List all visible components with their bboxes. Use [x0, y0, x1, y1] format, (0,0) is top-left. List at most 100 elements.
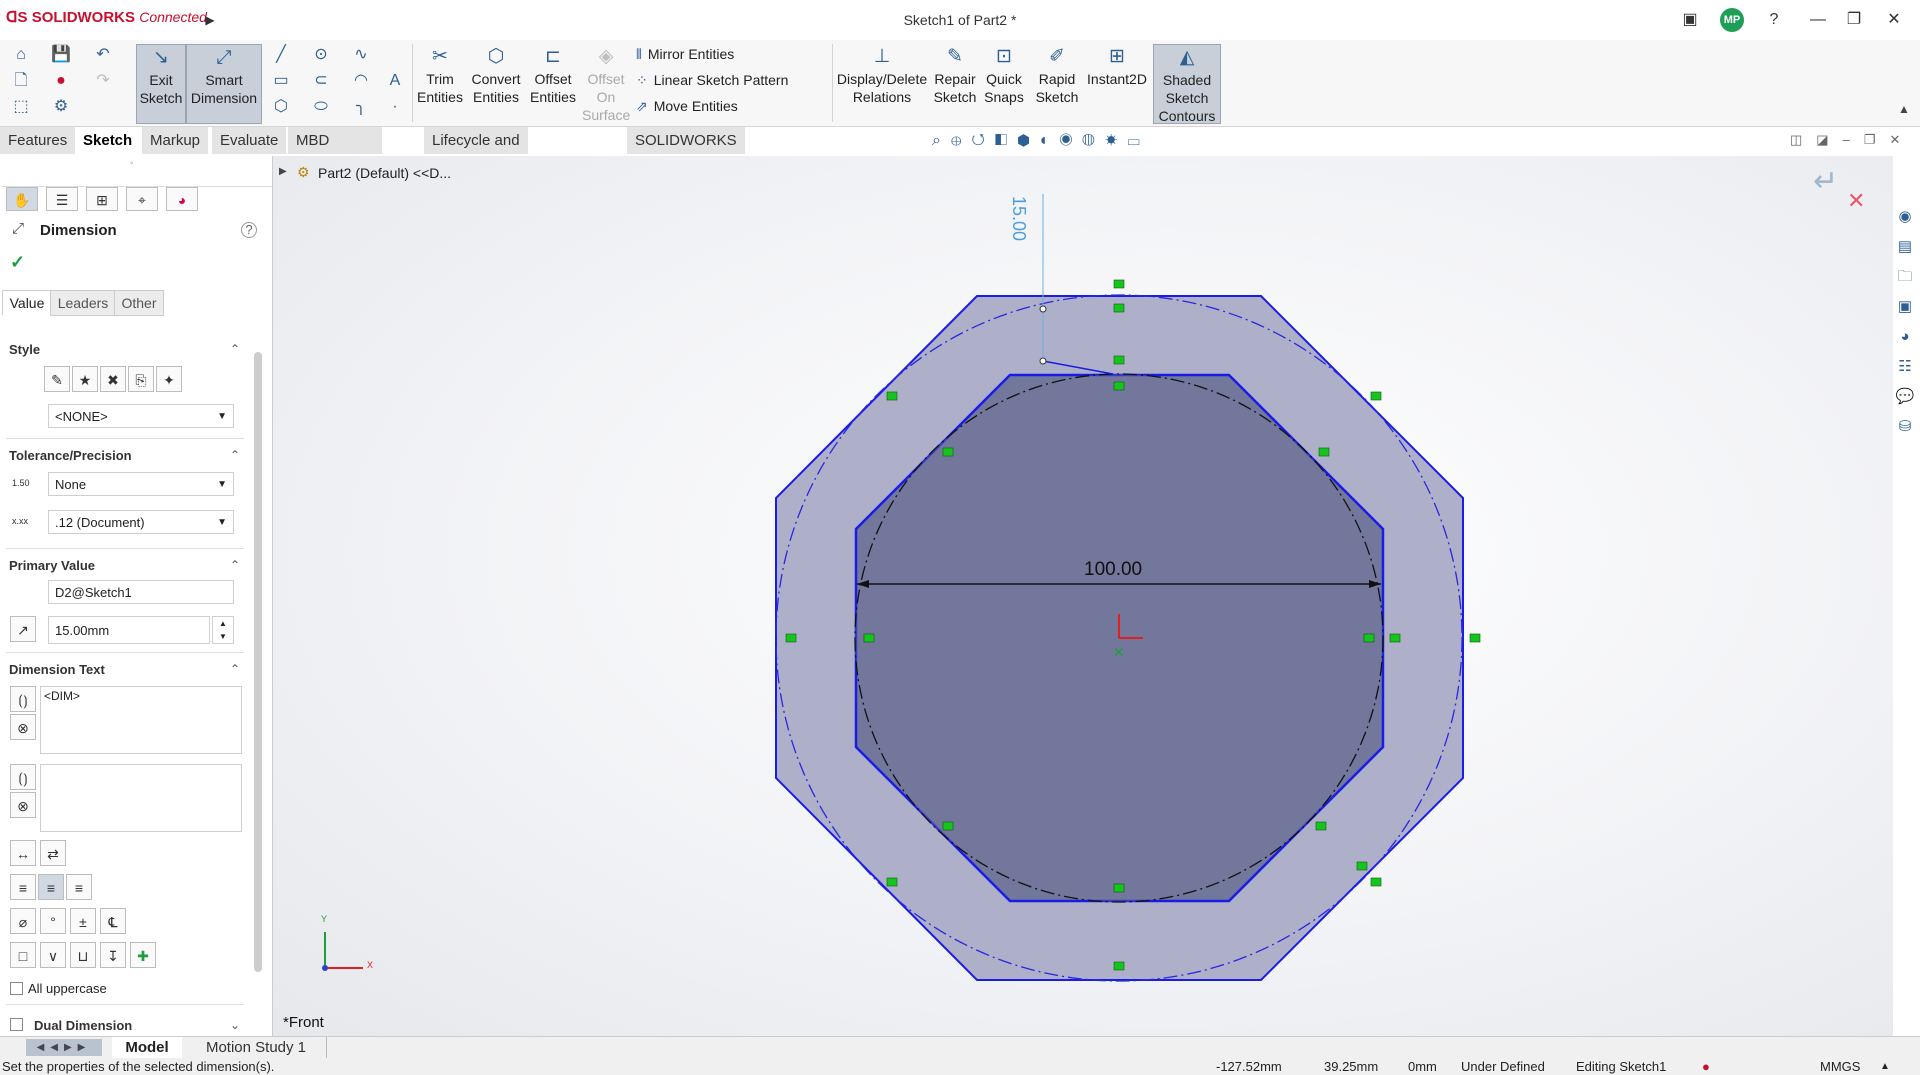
rebuild-indicator-icon[interactable]: ●	[1702, 1058, 1710, 1075]
offset-on-surface-button[interactable]: ◈ Offset On Surface	[582, 44, 630, 123]
rectangle-tool-icon[interactable]: ▭	[270, 70, 292, 92]
hide-show-icon[interactable]: ◉	[1060, 132, 1083, 149]
counterbore-symbol-icon[interactable]: ⊔	[70, 942, 96, 968]
tab-motion-study[interactable]: Motion Study 1	[186, 1037, 327, 1058]
view-palette-icon[interactable]: ▣	[1893, 295, 1917, 319]
degree-symbol-icon[interactable]: °	[40, 908, 66, 934]
scene-icon[interactable]: ☀	[1105, 132, 1128, 149]
square-symbol-icon[interactable]: □	[10, 942, 36, 968]
undo-icon[interactable]: ↶	[92, 44, 114, 66]
arc-tool-icon[interactable]: ◠	[350, 70, 372, 92]
display-manager-tab-icon[interactable]: ◕	[166, 187, 198, 211]
point-tool-icon[interactable]: ·	[384, 96, 406, 118]
viewport-tile-right-icon[interactable]: ◪	[1816, 132, 1842, 147]
tab-scroll-arrows[interactable]: ◀◀▶▶	[26, 1039, 102, 1056]
confirmation-corner-icon[interactable]: ↵	[1813, 164, 1838, 199]
smart-dimension-button[interactable]: ⤢ Smart Dimension	[186, 44, 262, 124]
add-parentheses-lower-icon[interactable]: ⟮⟯	[10, 764, 36, 790]
tab-addins[interactable]: SOLIDWORKS Add-Ins	[627, 127, 746, 176]
instant2d-button[interactable]: ⊞ Instant2D	[1084, 44, 1150, 122]
minimize-icon[interactable]: —	[1806, 8, 1830, 32]
property-manager-tab-icon[interactable]: ✋	[6, 187, 38, 211]
dimtext-collapse-icon[interactable]: ⌃	[230, 662, 240, 676]
tab-features[interactable]: Features	[0, 127, 77, 154]
panel-scrollbar[interactable]	[254, 352, 262, 972]
add-parentheses-icon[interactable]: ⟮⟯	[10, 686, 36, 712]
value-spinner[interactable]: ▲ ▼	[212, 616, 234, 644]
viewport-minimize-icon[interactable]: –	[1843, 132, 1864, 147]
all-uppercase-checkbox[interactable]	[10, 982, 23, 995]
dimension-text-area-lower[interactable]	[40, 764, 242, 832]
section-view-icon[interactable]: ◧	[995, 132, 1017, 149]
countersink-symbol-icon[interactable]: ∨	[40, 942, 66, 968]
plus-minus-symbol-icon[interactable]: ±	[70, 908, 96, 934]
view-settings-icon[interactable]: ▭	[1128, 132, 1150, 149]
zoom-area-icon[interactable]: ⊕	[951, 132, 971, 149]
dimension-value-input[interactable]: 15.00mm	[48, 616, 210, 644]
ok-check-icon[interactable]: ✓	[10, 252, 25, 273]
appearance-icon[interactable]: ◍	[1082, 132, 1105, 149]
subtab-value[interactable]: Value	[2, 290, 52, 315]
linear-sketch-pattern-button[interactable]: ⁘ Linear Sketch Pattern	[636, 72, 788, 89]
style-collapse-icon[interactable]: ⌃	[230, 342, 240, 356]
units-menu-icon[interactable]: ▲	[1880, 1058, 1890, 1075]
design-library-icon[interactable]: ▤	[1893, 235, 1917, 259]
tab-sketch[interactable]: Sketch	[75, 127, 142, 154]
save-style-icon[interactable]: ⎘	[128, 366, 154, 392]
solidworks-resources-icon[interactable]: ◉	[1893, 205, 1917, 229]
dimension-name-field[interactable]: D2@Sketch1	[48, 580, 234, 604]
user-avatar[interactable]: MP	[1720, 8, 1744, 32]
mirror-entities-button[interactable]: ⫴ Mirror Entities	[636, 46, 734, 63]
align-center-icon[interactable]: ≡	[38, 874, 64, 900]
polygon-tool-icon[interactable]: ⬡	[270, 96, 292, 118]
collapse-ribbon-icon[interactable]: ▲	[1898, 102, 1910, 116]
configuration-tab-icon[interactable]: ⊞	[86, 187, 118, 211]
align-left-icon[interactable]: ≡	[10, 874, 36, 900]
spline-tool-icon[interactable]: ∿	[350, 44, 372, 66]
viewport-tile-left-icon[interactable]: ◫	[1790, 132, 1816, 147]
help-circle-icon[interactable]: ?	[241, 222, 257, 238]
centerline-symbol-icon[interactable]: ℄	[100, 908, 126, 934]
primary-collapse-icon[interactable]: ⌃	[230, 558, 240, 572]
diameter-dimension-label[interactable]: 100.00	[1084, 559, 1142, 581]
redo-icon[interactable]: ↷	[92, 70, 114, 92]
slot-tool-icon[interactable]: ⊂	[310, 70, 332, 92]
save-icon[interactable]: 💾	[50, 44, 72, 66]
toolbox-icon[interactable]: ⛁	[1893, 415, 1917, 439]
line-tool-icon[interactable]: ╱	[270, 44, 292, 66]
quick-snaps-button[interactable]: ⊡ Quick Snaps	[982, 44, 1026, 122]
load-style-icon[interactable]: ✦	[156, 366, 182, 392]
file-explorer-icon[interactable]: 🗀	[1893, 265, 1917, 289]
ellipse-tool-icon[interactable]: ⬭	[310, 96, 332, 118]
tab-evaluate[interactable]: Evaluate	[212, 127, 288, 154]
close-window-icon[interactable]: ✕	[1882, 8, 1906, 32]
offset-dimension-label[interactable]: 15.00	[1008, 196, 1029, 256]
shaded-sketch-contours-button[interactable]: ◭ Shaded Sketch Contours	[1153, 44, 1221, 124]
appearances-icon[interactable]: ◕	[1893, 325, 1917, 349]
more-symbols-icon[interactable]: ✚	[130, 942, 156, 968]
apply-default-style-icon[interactable]: ✎	[44, 366, 70, 392]
options-gear-icon[interactable]: ⚙	[50, 96, 72, 118]
display-delete-relations-button[interactable]: ⊥ Display/Delete Relations	[836, 44, 928, 122]
trim-entities-button[interactable]: ✂ Trim Entities	[416, 44, 464, 122]
forum-icon[interactable]: 💬	[1893, 385, 1917, 409]
precision-dropdown[interactable]: .12 (Document) ▼	[48, 510, 234, 534]
diameter-symbol-icon[interactable]: ⌀	[10, 908, 36, 934]
home-icon[interactable]: ⌂	[10, 44, 32, 66]
style-dropdown[interactable]: <NONE> ▼	[48, 404, 234, 428]
dual-dimension-checkbox[interactable]	[10, 1018, 23, 1031]
graphics-area[interactable]: ▶ ⚙ Part2 (Default) <<D... ✕ 100.00 15.0…	[273, 156, 1893, 1036]
tab-markup[interactable]: Markup	[142, 127, 210, 154]
tolerance-type-dropdown[interactable]: None ▼	[48, 472, 234, 496]
restore-icon[interactable]: ❐	[1842, 8, 1866, 32]
zoom-to-fit-icon[interactable]: ⌕	[932, 132, 951, 149]
inspection-dim-lower-icon[interactable]: ⊗	[10, 792, 36, 818]
tab-model[interactable]: Model	[112, 1037, 182, 1058]
viewport-restore-icon[interactable]: ❐	[1864, 132, 1890, 147]
select-icon[interactable]: ⬚	[10, 96, 32, 118]
viewport-close-icon[interactable]: ✕	[1889, 132, 1914, 147]
fillet-tool-icon[interactable]: ╮	[350, 96, 372, 118]
new-document-icon[interactable]: 🗋	[10, 70, 32, 92]
add-style-icon[interactable]: ★	[72, 366, 98, 392]
tolerance-collapse-icon[interactable]: ⌃	[230, 448, 240, 462]
